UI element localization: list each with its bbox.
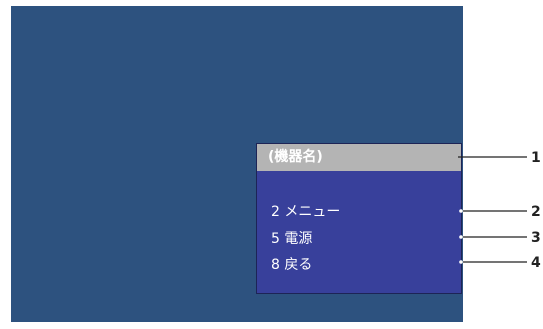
callout-4: 4 [531,255,541,271]
callout-3: 3 [531,230,541,246]
callout-2: 2 [531,204,541,220]
callout-layer: 1 2 3 4 [458,150,541,271]
leader-dot-2 [459,209,463,213]
leader-dot-4 [459,260,463,264]
leader-dot-3 [459,235,463,239]
callout-1: 1 [531,150,541,166]
